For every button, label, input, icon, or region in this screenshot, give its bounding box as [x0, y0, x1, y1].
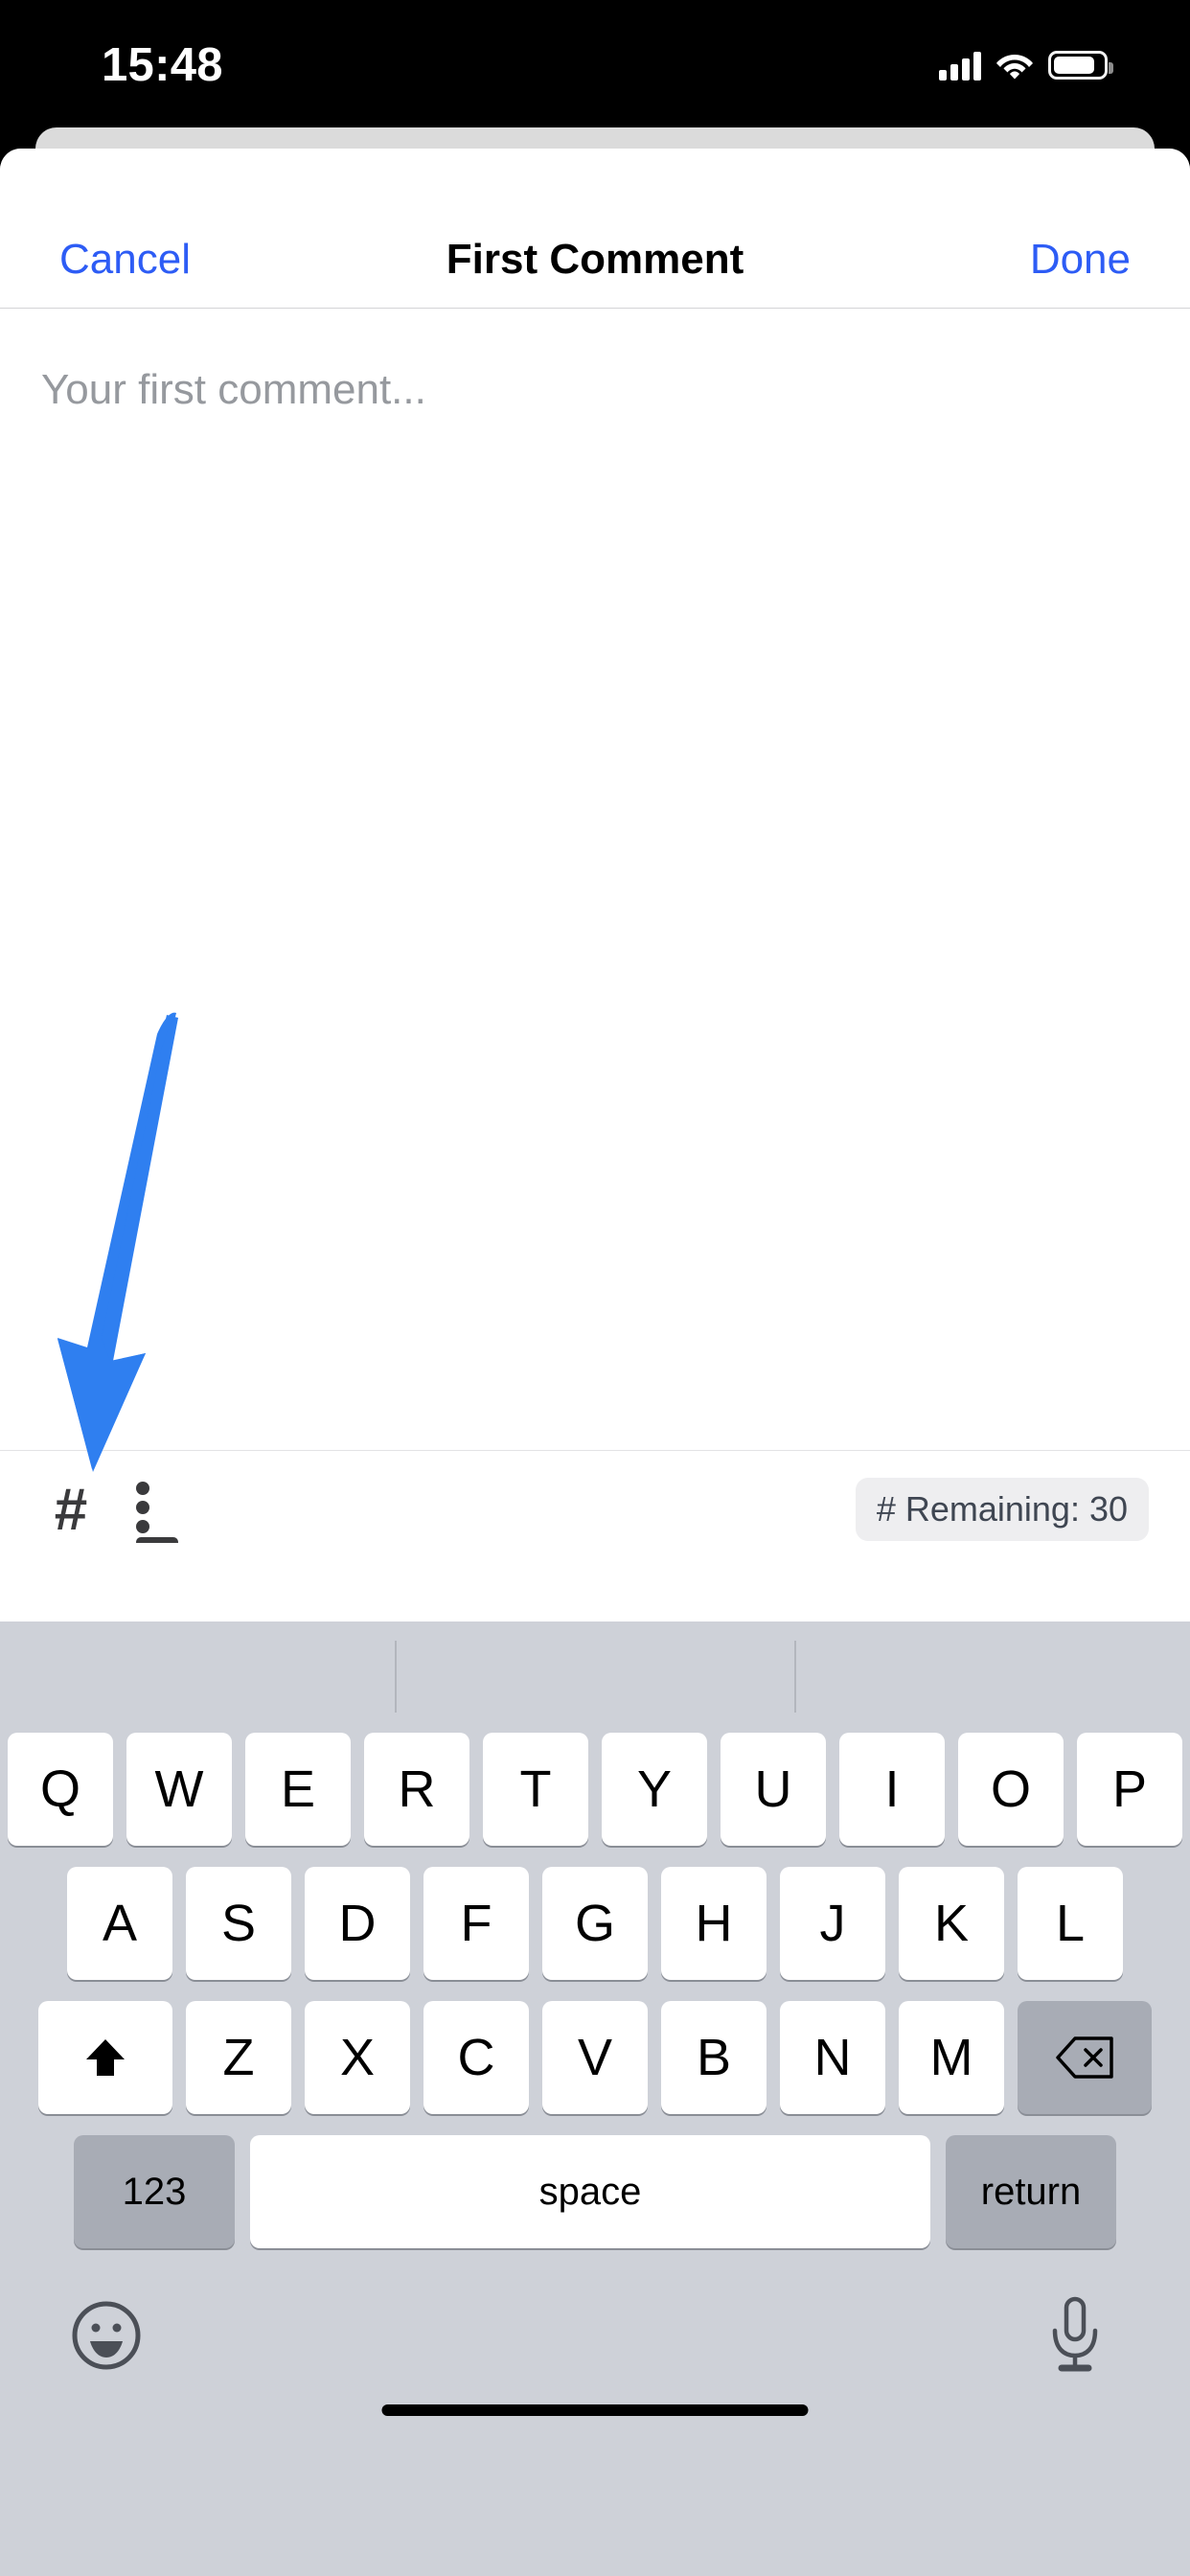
key-b[interactable]: B	[661, 2001, 767, 2114]
key-d[interactable]: D	[305, 1867, 410, 1980]
text-format-icon[interactable]	[127, 1480, 187, 1547]
key-n[interactable]: N	[780, 2001, 885, 2114]
key-i[interactable]: I	[839, 1733, 945, 1846]
key-g[interactable]: G	[542, 1867, 648, 1980]
keyboard-bottom-bar	[0, 2250, 1190, 2442]
shift-arrow-icon[interactable]	[38, 2001, 172, 2114]
return-key[interactable]: return	[946, 2135, 1116, 2248]
key-s[interactable]: S	[186, 1867, 291, 1980]
key-t[interactable]: T	[483, 1733, 588, 1846]
key-f[interactable]: F	[423, 1867, 529, 1980]
key-l[interactable]: L	[1018, 1867, 1123, 1980]
microphone-icon[interactable]	[1046, 2296, 1104, 2375]
predictive-divider	[794, 1641, 796, 1713]
predictive-text-bar[interactable]	[0, 1622, 1190, 1729]
keyboard-row-4: 123 space return	[0, 2135, 1190, 2250]
on-screen-keyboard: Q W E R T Y U I O P A S D F G H J K L Z …	[0, 1622, 1190, 2576]
key-x[interactable]: X	[305, 2001, 410, 2114]
key-q[interactable]: Q	[8, 1733, 113, 1846]
comment-input[interactable]: Your first comment...	[0, 309, 1190, 1450]
key-z[interactable]: Z	[186, 2001, 291, 2114]
done-button[interactable]: Done	[1030, 233, 1131, 287]
comment-placeholder: Your first comment...	[41, 366, 426, 413]
key-h[interactable]: H	[661, 1867, 767, 1980]
wifi-icon	[995, 51, 1034, 80]
key-o[interactable]: O	[958, 1733, 1064, 1846]
keyboard-row-2: A S D F G H J K L	[0, 1867, 1190, 1982]
status-bar: 15:48	[0, 0, 1190, 127]
battery-icon	[1048, 51, 1113, 80]
key-p[interactable]: P	[1077, 1733, 1182, 1846]
key-a[interactable]: A	[67, 1867, 172, 1980]
key-c[interactable]: C	[423, 2001, 529, 2114]
home-indicator[interactable]	[381, 2404, 809, 2416]
keyboard-row-1: Q W E R T Y U I O P	[0, 1733, 1190, 1848]
input-accessory-toolbar: # # Remaining: 30	[0, 1450, 1190, 1570]
space-key[interactable]: space	[250, 2135, 930, 2248]
status-bar-time: 15:48	[102, 39, 223, 91]
key-v[interactable]: V	[542, 2001, 648, 2114]
key-e[interactable]: E	[245, 1733, 351, 1846]
key-r[interactable]: R	[364, 1733, 469, 1846]
key-m[interactable]: M	[899, 2001, 1004, 2114]
key-j[interactable]: J	[780, 1867, 885, 1980]
key-u[interactable]: U	[721, 1733, 826, 1846]
key-w[interactable]: W	[126, 1733, 232, 1846]
iphone-screen: 15:48 Cancel First Comment Done Your fir…	[0, 0, 1190, 2576]
page-title: First Comment	[446, 236, 744, 283]
cellular-bars-icon	[939, 50, 981, 80]
modal-nav-bar: Cancel First Comment Done	[0, 149, 1190, 309]
keyboard-row-3: Z X C V B N M	[0, 2001, 1190, 2116]
backspace-icon[interactable]	[1018, 2001, 1152, 2114]
remaining-count-badge: # Remaining: 30	[855, 1478, 1149, 1541]
hashtag-icon[interactable]: #	[41, 1476, 101, 1545]
emoji-smiley-icon[interactable]	[69, 2298, 144, 2373]
key-y[interactable]: Y	[602, 1733, 707, 1846]
key-k[interactable]: K	[899, 1867, 1004, 1980]
status-bar-indicators	[939, 44, 1113, 86]
predictive-divider	[395, 1641, 397, 1713]
numeric-switch-key[interactable]: 123	[74, 2135, 235, 2248]
